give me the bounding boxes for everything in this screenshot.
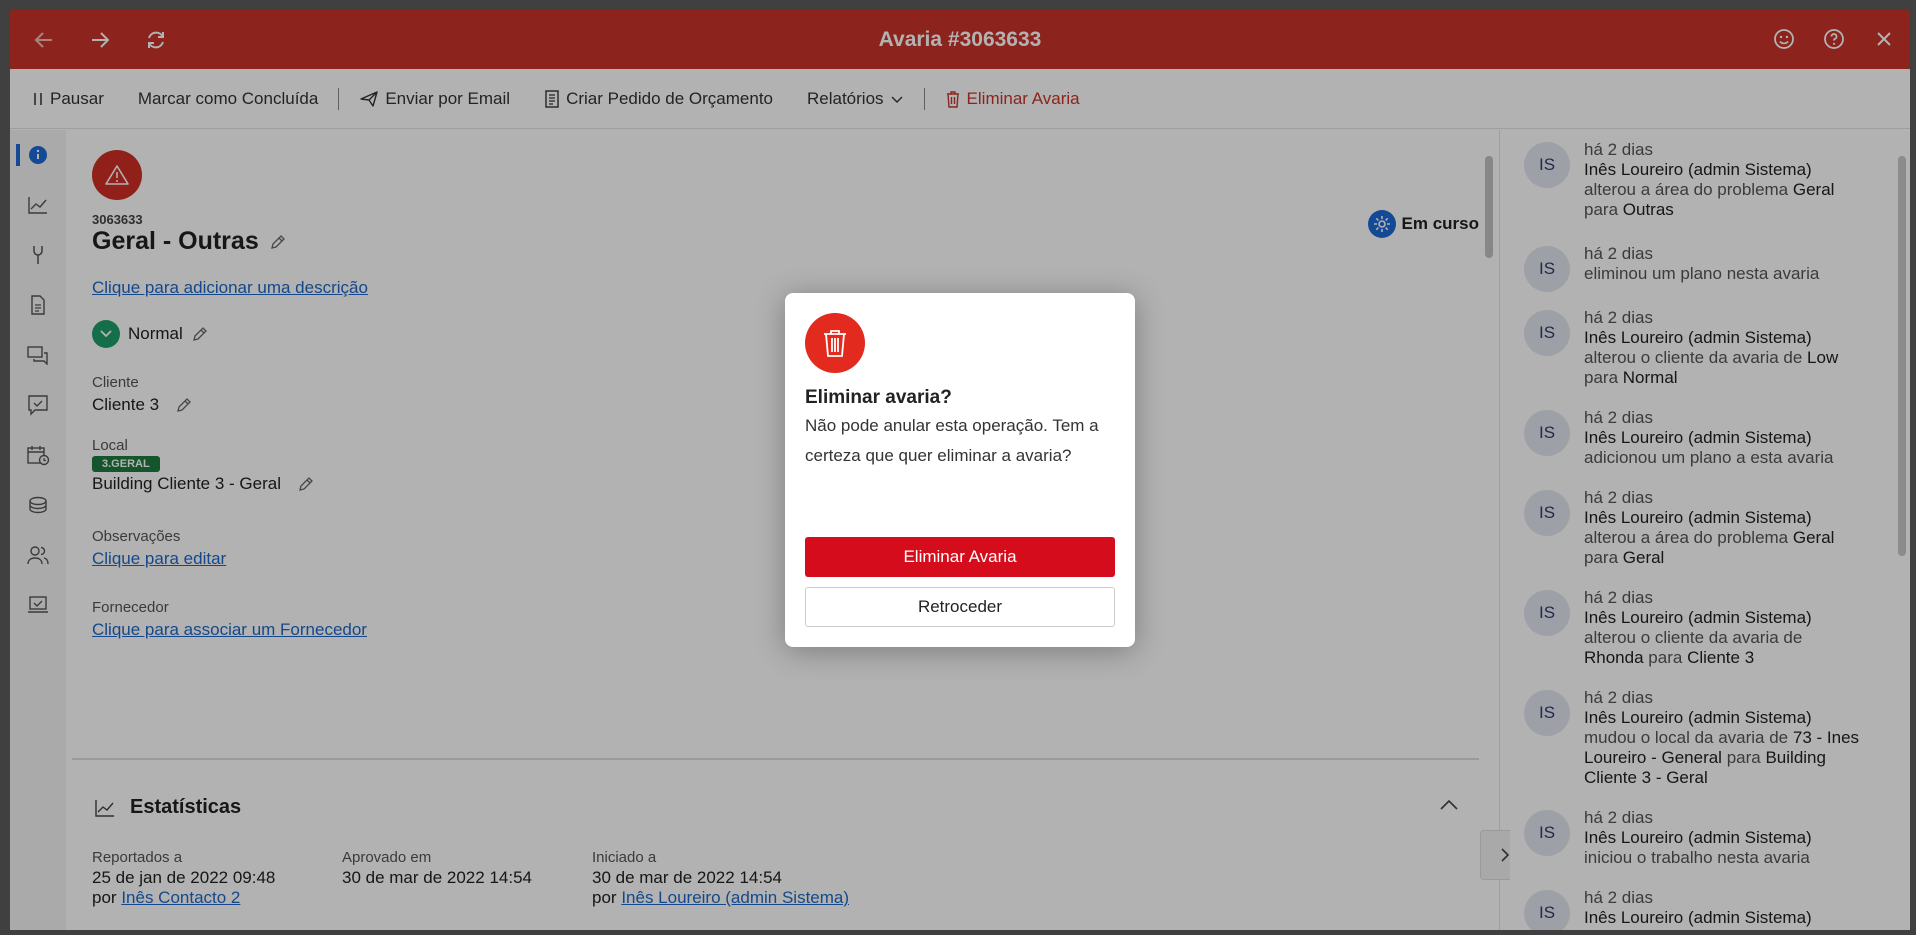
dialog-message: Não pode anular esta operação. Tem a cer… xyxy=(805,416,1099,465)
dialog-title: Eliminar avaria? xyxy=(805,387,952,408)
cancel-button[interactable]: Retroceder xyxy=(805,587,1115,627)
delete-confirm-dialog: Eliminar avaria? Não pode anular esta op… xyxy=(785,293,1135,647)
dialog-icon-wrap xyxy=(805,313,865,373)
confirm-delete-button[interactable]: Eliminar Avaria xyxy=(805,537,1115,577)
trash-icon xyxy=(824,330,846,357)
